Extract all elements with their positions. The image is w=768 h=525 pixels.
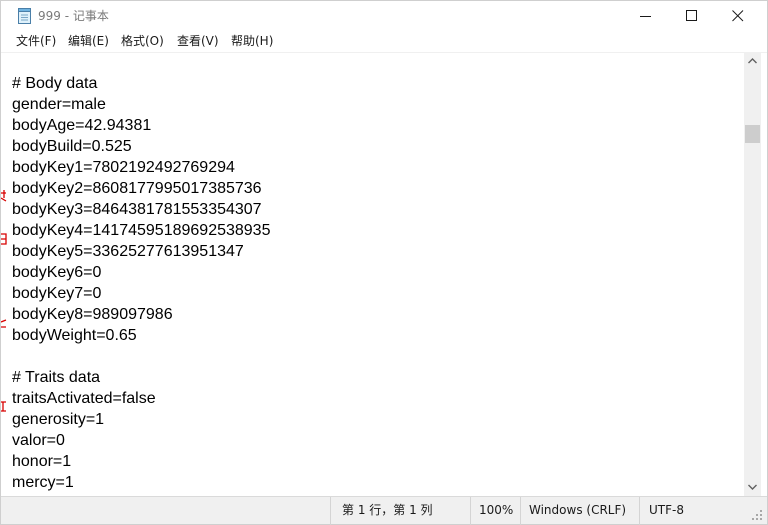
text-line: gender=male (12, 96, 106, 113)
text-line: generosity=1 (12, 411, 105, 428)
menu-file[interactable]: 文件(F) (16, 33, 56, 49)
menu-format[interactable]: 格式(O) (121, 33, 164, 49)
edge-artifact (1, 401, 6, 412)
status-divider (470, 497, 471, 525)
text-line: bodyKey8=989097986 (12, 306, 173, 323)
text-line: mercy=1 (12, 474, 74, 491)
text-line: bodyAge=42.94381 (12, 117, 152, 134)
title-bar[interactable]: 999 - 记事本 (1, 1, 767, 31)
status-divider (330, 497, 331, 525)
text-line: bodyKey7=0 (12, 285, 102, 302)
text-line: bodyWeight=0.65 (12, 327, 137, 344)
text-line: # Traits data (12, 369, 101, 386)
menu-view[interactable]: 查看(V) (177, 33, 219, 49)
edge-artifact (1, 319, 7, 328)
text-line: traitsActivated=false (12, 390, 156, 407)
text-line: bodyKey4=14174595189692538935 (12, 222, 271, 239)
minimize-button[interactable] (623, 1, 669, 31)
text-line: bodyBuild=0.525 (12, 138, 132, 155)
menu-bar: 文件(F) 编辑(E) 格式(O) 查看(V) 帮助(H) (1, 31, 767, 52)
zoom-level: 100% (479, 503, 514, 517)
close-icon (732, 10, 744, 22)
text-line: bodyKey5=33625277613951347 (12, 243, 244, 260)
encoding: UTF-8 (649, 503, 684, 517)
edge-artifact (1, 190, 7, 202)
text-line: bodyKey1=7802192492769294 (12, 159, 235, 176)
minimize-icon (640, 16, 651, 17)
text-line: bodyKey3=8464381781553354307 (12, 201, 262, 218)
maximize-icon (686, 10, 697, 21)
close-button[interactable] (715, 1, 761, 31)
right-gutter (761, 53, 767, 496)
notepad-window: 999 - 记事本 文件(F) 编辑(E) 格式(O) 查看(V) 帮助(H) … (0, 0, 768, 525)
resize-grip-icon[interactable] (749, 507, 763, 521)
chevron-down-icon (748, 484, 757, 490)
text-line: valor=0 (12, 432, 65, 449)
chevron-up-icon (748, 58, 757, 64)
text-editor[interactable]: # Body data gender=male bodyAge=42.94381… (1, 53, 744, 496)
line-ending: Windows (CRLF) (529, 503, 627, 517)
scroll-up-button[interactable] (744, 53, 761, 70)
menu-edit[interactable]: 编辑(E) (68, 33, 109, 49)
edge-artifact (1, 233, 7, 245)
notepad-icon[interactable] (17, 8, 32, 24)
maximize-button[interactable] (669, 1, 715, 31)
text-line: honor=1 (12, 453, 72, 470)
scrollbar-thumb[interactable] (745, 125, 760, 143)
text-line: bodyKey6=0 (12, 264, 102, 281)
status-divider (639, 497, 640, 525)
status-divider (520, 497, 521, 525)
vertical-scrollbar[interactable] (744, 53, 761, 496)
scroll-down-button[interactable] (744, 479, 761, 496)
menu-help[interactable]: 帮助(H) (231, 33, 273, 49)
text-line: bodyKey2=8608177995017385736 (12, 180, 262, 197)
window-title: 999 - 记事本 (38, 9, 109, 23)
status-bar: 第 1 行，第 1 列 100% Windows (CRLF) UTF-8 (1, 496, 767, 525)
text-line: # Body data (12, 75, 98, 92)
cursor-position: 第 1 行，第 1 列 (342, 503, 433, 517)
